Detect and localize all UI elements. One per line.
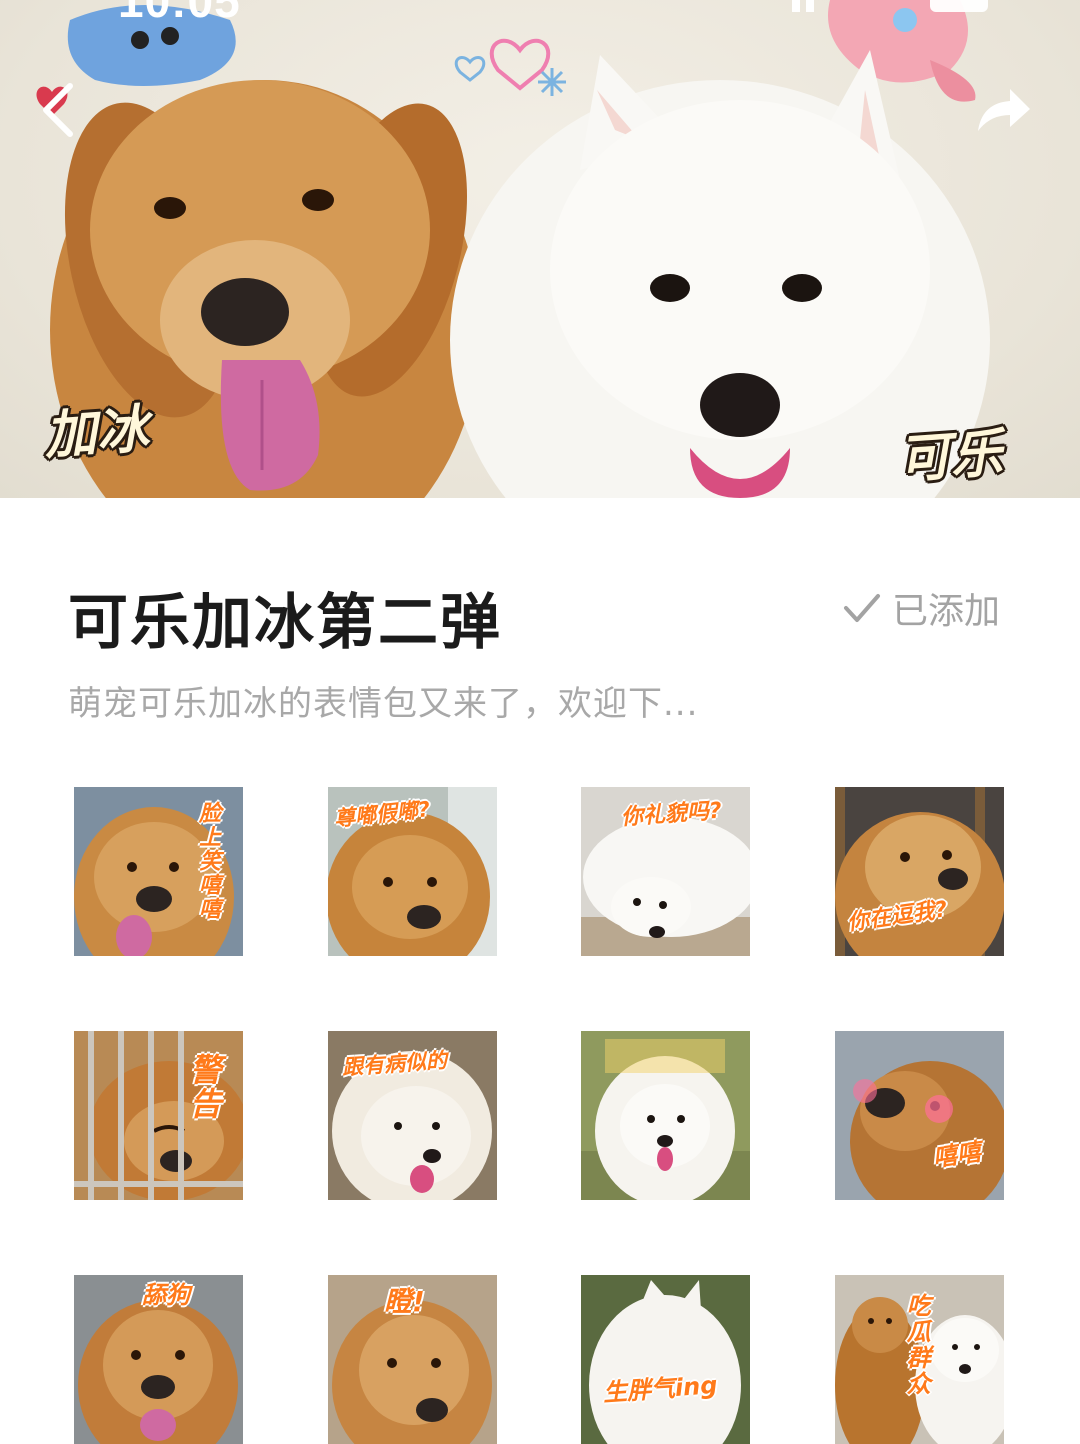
share-arrow-icon: [978, 89, 1030, 131]
signal-icon: [792, 0, 814, 12]
sticker-caption: 脸上笑嘻嘻: [195, 801, 221, 921]
sticker-caption: 瞪!: [384, 1285, 425, 1318]
added-label: 已添加: [892, 591, 1001, 632]
samoyed-image: [581, 1031, 750, 1200]
sticker-item[interactable]: 尊嘟假嘟?: [328, 787, 497, 956]
sticker-item[interactable]: 瞪!: [328, 1275, 497, 1444]
sticker-item[interactable]: 舔狗: [74, 1275, 243, 1444]
share-button[interactable]: [966, 78, 1038, 142]
pack-banner: 10:05 加冰 可乐: [0, 0, 1080, 498]
pack-description[interactable]: 萌宠可乐加冰的表情包又来了，欢迎下...: [68, 676, 698, 725]
golden-retriever-image: [835, 1031, 1004, 1200]
sticker-item[interactable]: 嘻嘻: [835, 1031, 1004, 1200]
battery-icon: [930, 0, 988, 12]
sticker-item[interactable]: [581, 1031, 750, 1200]
checkmark-icon: [844, 594, 880, 622]
added-status: 已添加: [842, 584, 1000, 632]
sticker-item[interactable]: 你礼貌吗?: [581, 787, 750, 956]
sticker-item[interactable]: 警告: [74, 1031, 243, 1200]
left-dog-name: 加冰: [42, 399, 151, 467]
sticker-item[interactable]: 跟有病似的: [328, 1031, 497, 1200]
sticker-caption: 吃瓜群众: [902, 1293, 931, 1397]
status-time: 10:05: [118, 0, 241, 27]
right-dog-name: 可乐: [896, 423, 1005, 491]
sticker-item[interactable]: 脸上笑嘻嘻: [74, 787, 243, 956]
back-button[interactable]: [26, 78, 90, 142]
sticker-item[interactable]: 你在逗我?: [835, 787, 1004, 956]
samoyed-image: [581, 1275, 750, 1444]
sticker-caption: 舔狗: [142, 1281, 190, 1309]
sticker-caption: 警告: [184, 1053, 223, 1121]
pack-title: 可乐加冰第二弹: [68, 588, 502, 658]
sticker-item[interactable]: 吃瓜群众: [835, 1275, 1004, 1444]
sticker-item[interactable]: 生胖气ing: [581, 1275, 750, 1444]
chevron-left-icon: [43, 83, 73, 137]
